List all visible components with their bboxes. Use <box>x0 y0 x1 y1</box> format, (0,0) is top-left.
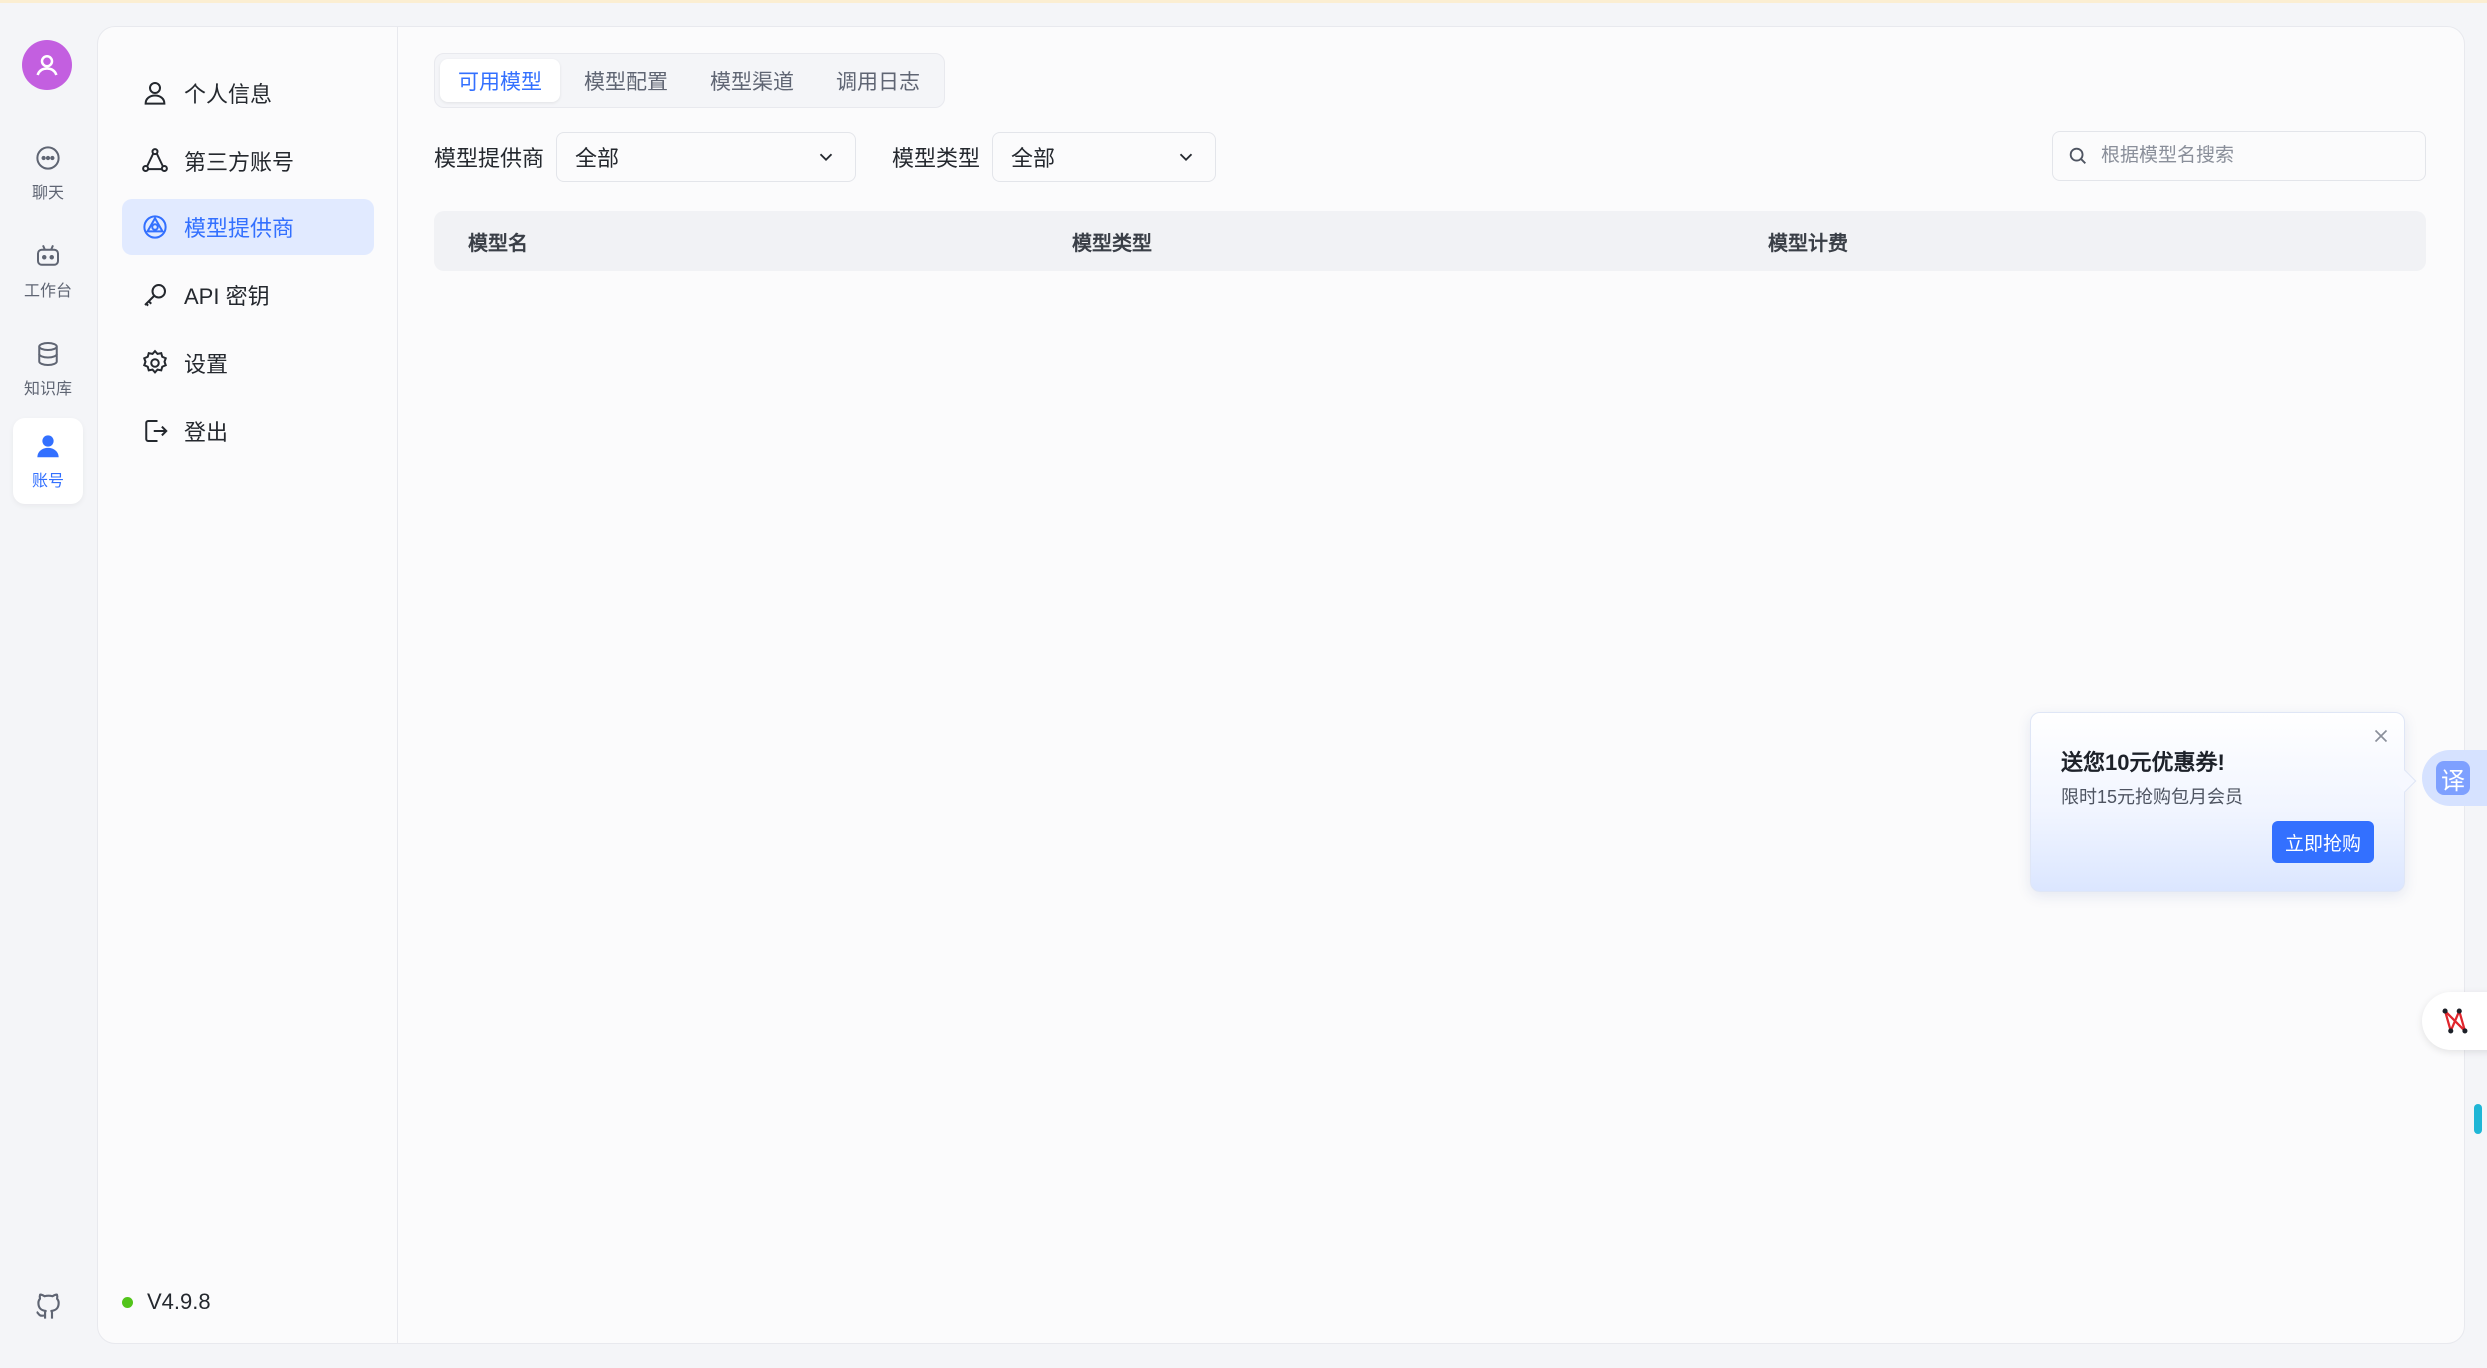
menu-item-label: API 密钥 <box>184 284 270 309</box>
menu-item-label: 模型提供商 <box>184 216 295 241</box>
translate-widget[interactable]: 译 <box>2422 750 2487 806</box>
network-logo-icon <box>2442 1008 2468 1034</box>
popup-title: 送您10元优惠券! <box>2061 750 2225 775</box>
nav-item-knowledge[interactable]: 知识库 <box>13 326 83 412</box>
search-icon <box>2069 147 2086 164</box>
chat-bubble-icon <box>36 146 60 170</box>
tab-model-channel[interactable]: 模型渠道 <box>692 59 812 102</box>
model-tabs: 可用模型 模型配置 模型渠道 调用日志 <box>434 53 945 108</box>
top-accent-line <box>0 0 2487 3</box>
buy-now-button[interactable]: 立即抢购 <box>2272 821 2374 863</box>
menu-item-third-party[interactable]: 第三方账号 <box>122 133 374 189</box>
provider-select-value: 全部 <box>575 146 620 171</box>
chevron-down-icon <box>819 153 833 162</box>
menu-item-profile[interactable]: 个人信息 <box>122 65 374 121</box>
column-model-name: 模型名 <box>468 232 528 255</box>
provider-select[interactable]: 全部 <box>556 132 857 182</box>
menu-item-model-provider[interactable]: 模型提供商 <box>122 199 374 255</box>
type-filter-label: 模型类型 <box>892 146 981 171</box>
close-icon[interactable] <box>2370 725 2392 747</box>
popup-subtitle: 限时15元抢购包月会员 <box>2061 787 2244 807</box>
ai-assistant-widget[interactable] <box>2422 992 2487 1050</box>
column-model-billing: 模型计费 <box>1768 232 1848 255</box>
version-info: V4.9.8 <box>122 1289 211 1315</box>
translate-icon: 译 <box>2436 761 2470 795</box>
tab-model-config[interactable]: 模型配置 <box>566 59 686 102</box>
provider-filter-label: 模型提供商 <box>434 146 545 171</box>
model-content: 可用模型 模型配置 模型渠道 调用日志 模型提供商 全部 模型类型 全部 模型 <box>398 27 2464 1343</box>
database-icon <box>38 342 58 367</box>
nav-item-workbench[interactable]: 工作台 <box>13 228 83 314</box>
tab-available-models[interactable]: 可用模型 <box>440 59 560 102</box>
menu-item-settings[interactable]: 设置 <box>122 335 374 391</box>
version-label: V4.9.8 <box>147 1289 211 1314</box>
logout-icon <box>145 420 168 442</box>
github-icon[interactable] <box>32 1290 64 1322</box>
menu-item-api-key[interactable]: API 密钥 <box>122 267 374 323</box>
model-search[interactable] <box>2052 131 2426 181</box>
nav-rail: 聊天 工作台 知识库 账号 <box>0 0 96 1368</box>
nav-item-label: 账号 <box>31 473 64 490</box>
nav-item-chat[interactable]: 聊天 <box>13 130 83 216</box>
search-input[interactable] <box>2101 145 2401 167</box>
nav-item-label: 知识库 <box>23 381 72 398</box>
chevron-down-icon <box>1179 153 1193 162</box>
user-icon <box>37 435 59 458</box>
avatar-user-icon <box>36 55 58 76</box>
account-side-menu: 个人信息 第三方账号 模型提供商 API 密钥 设置 登出 V4.9.8 <box>98 27 398 1343</box>
user-avatar[interactable] <box>22 40 72 90</box>
nav-item-label: 工作台 <box>23 283 72 300</box>
filter-bar: 模型提供商 全部 模型类型 全部 <box>434 131 1217 183</box>
scroll-indicator[interactable] <box>2474 1104 2482 1134</box>
status-dot <box>122 1296 133 1308</box>
type-select[interactable]: 全部 <box>992 132 1217 182</box>
key-icon <box>144 284 166 307</box>
menu-item-label: 设置 <box>184 352 229 377</box>
robot-icon <box>37 244 59 266</box>
menu-item-logout[interactable]: 登出 <box>122 403 374 459</box>
tab-call-log[interactable]: 调用日志 <box>818 59 938 102</box>
type-select-value: 全部 <box>1011 146 1056 171</box>
link-triangle-icon <box>142 148 168 172</box>
model-provider-icon <box>143 215 167 239</box>
nav-item-account[interactable]: 账号 <box>13 418 83 504</box>
nav-item-label: 聊天 <box>31 185 64 202</box>
model-table-header: 模型名 模型类型 模型计费 <box>434 211 2426 271</box>
menu-item-label: 登出 <box>184 420 229 445</box>
user-outline-icon <box>144 82 166 105</box>
column-model-type: 模型类型 <box>1072 232 1152 255</box>
coupon-popup: 送您10元优惠券! 限时15元抢购包月会员 立即抢购 <box>2030 712 2417 892</box>
gear-icon <box>142 349 168 374</box>
main-card: 个人信息 第三方账号 模型提供商 API 密钥 设置 登出 V4.9.8 可用模… <box>97 26 2465 1344</box>
menu-item-label: 第三方账号 <box>184 150 295 175</box>
menu-item-label: 个人信息 <box>184 82 273 107</box>
